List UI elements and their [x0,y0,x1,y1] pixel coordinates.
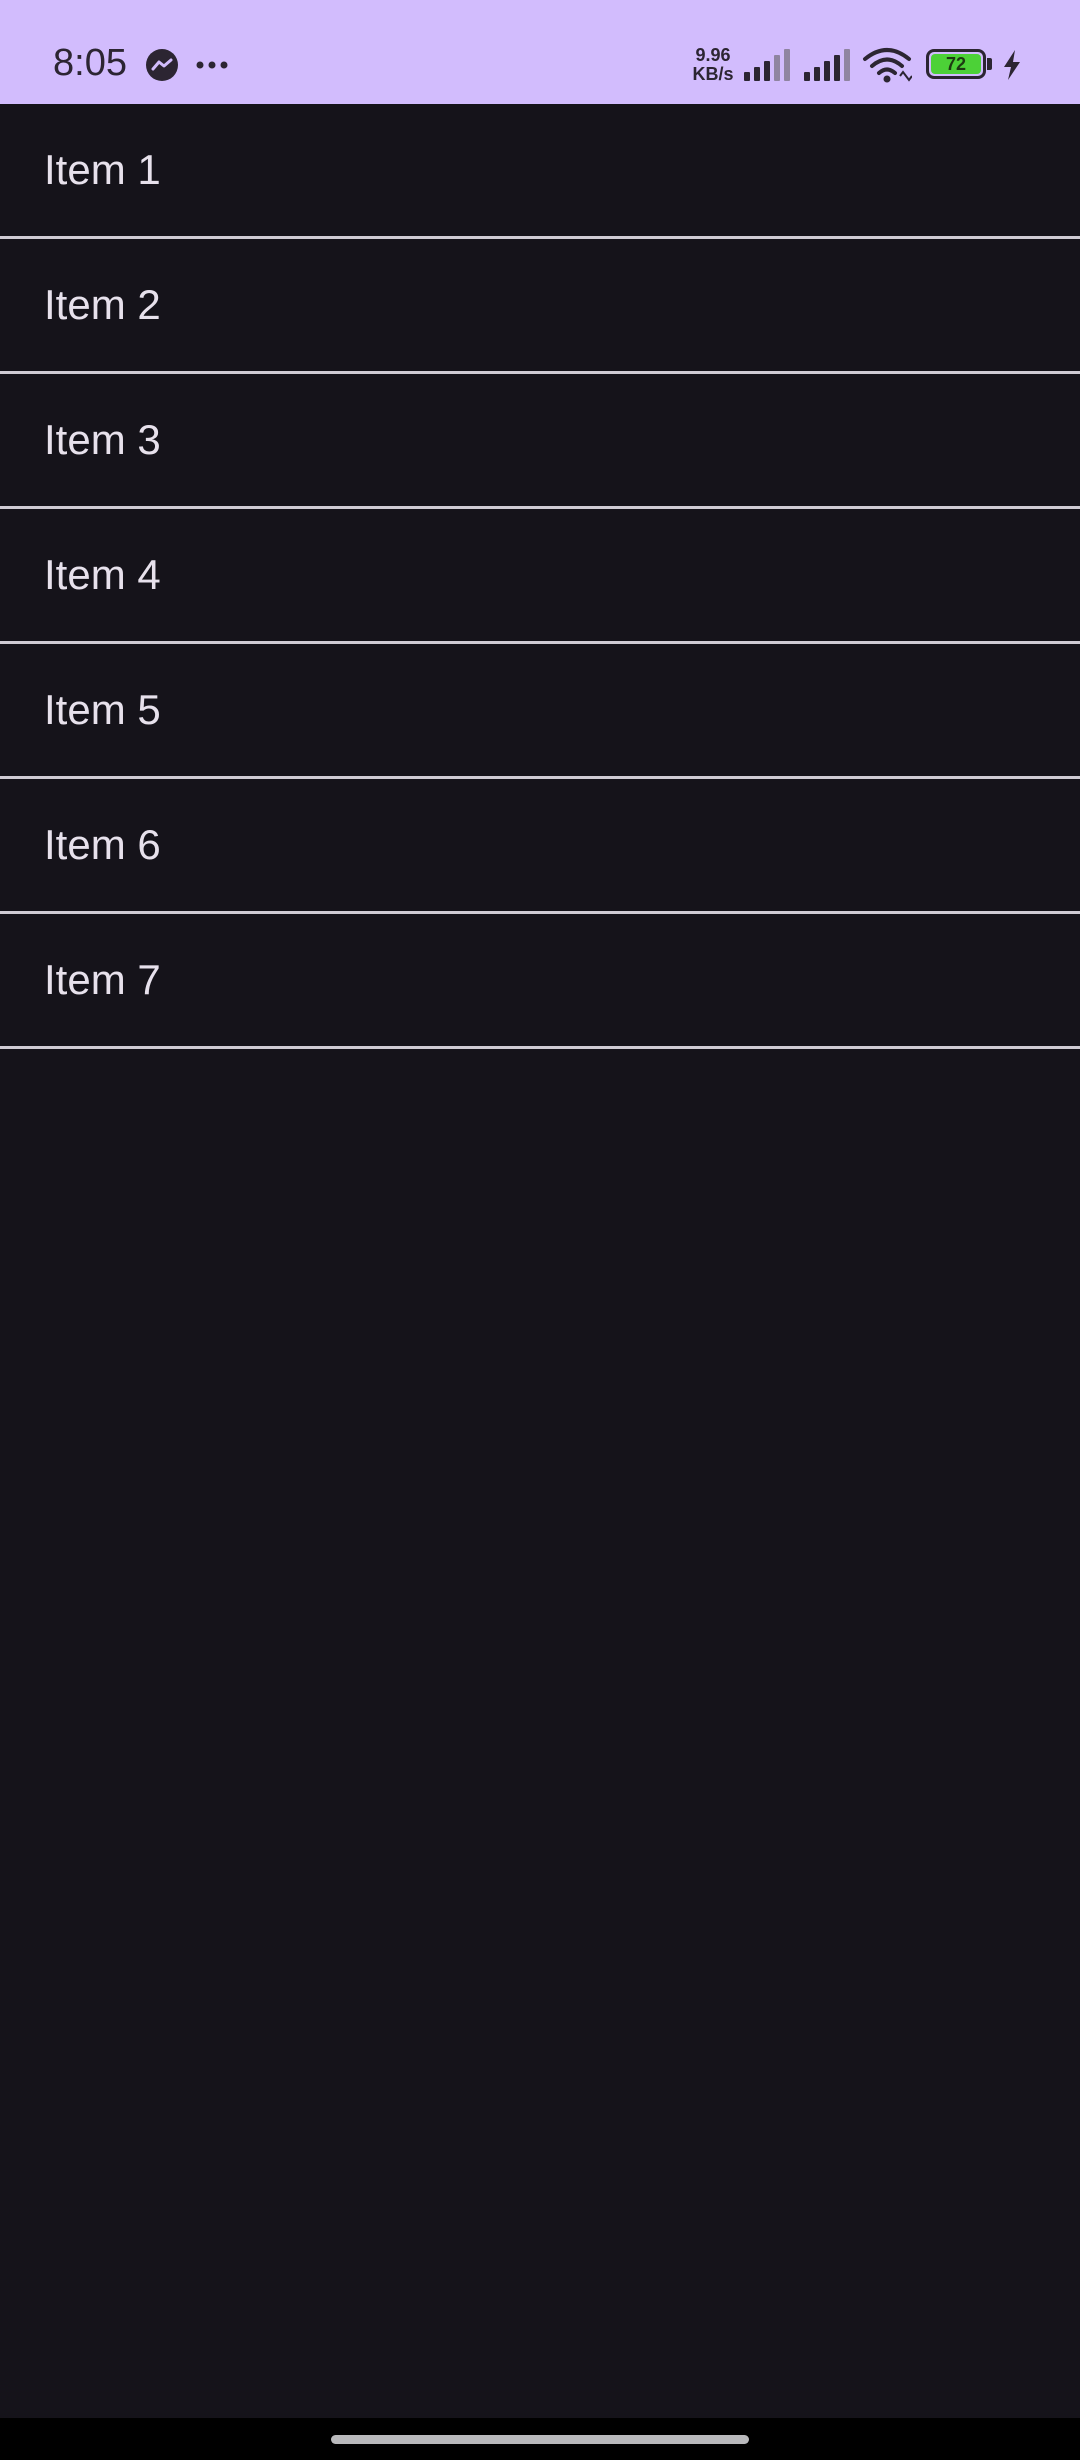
battery-icon: 72 [926,49,986,79]
list-item-label: Item 2 [44,281,161,328]
list-item[interactable]: Item 5 [0,644,1080,779]
list-item[interactable]: Item 3 [0,374,1080,509]
status-time: 8:05 [53,42,127,84]
home-indicator[interactable] [331,2435,749,2444]
more-icon [196,61,228,69]
list-item-label: Item 7 [44,956,161,1003]
battery-level: 72 [945,54,967,74]
list-item[interactable]: Item 1 [0,104,1080,239]
battery-tip [987,58,992,70]
list-item[interactable]: Item 6 [0,779,1080,914]
list-item-label: Item 3 [44,416,161,463]
signal-icon [744,49,790,81]
network-speed-value: 9.96 [695,45,731,65]
list-item[interactable]: Item 4 [0,509,1080,644]
list-item-label: Item 4 [44,551,161,598]
battery-fill: 72 [931,54,981,74]
list-item[interactable]: Item 2 [0,239,1080,374]
list-item-label: Item 6 [44,821,161,868]
charging-icon [1004,50,1020,80]
network-speed: 9.96 KB/s [688,46,738,84]
list-item-label: Item 1 [44,146,161,193]
list-item-label: Item 5 [44,686,161,733]
messenger-icon [146,49,178,81]
status-bar: 8:05 9.96 KB/s 72 [0,0,1080,104]
wifi-icon [863,48,912,83]
navigation-bar [0,2418,1080,2460]
network-speed-unit: KB/s [692,64,734,84]
item-list: Item 1 Item 2 Item 3 Item 4 Item 5 Item … [0,104,1080,1049]
list-item[interactable]: Item 7 [0,914,1080,1049]
app-screen: 8:05 9.96 KB/s 72 Item 1 Item 2 Item 3 I… [0,0,1080,2460]
signal-icon [804,49,850,81]
